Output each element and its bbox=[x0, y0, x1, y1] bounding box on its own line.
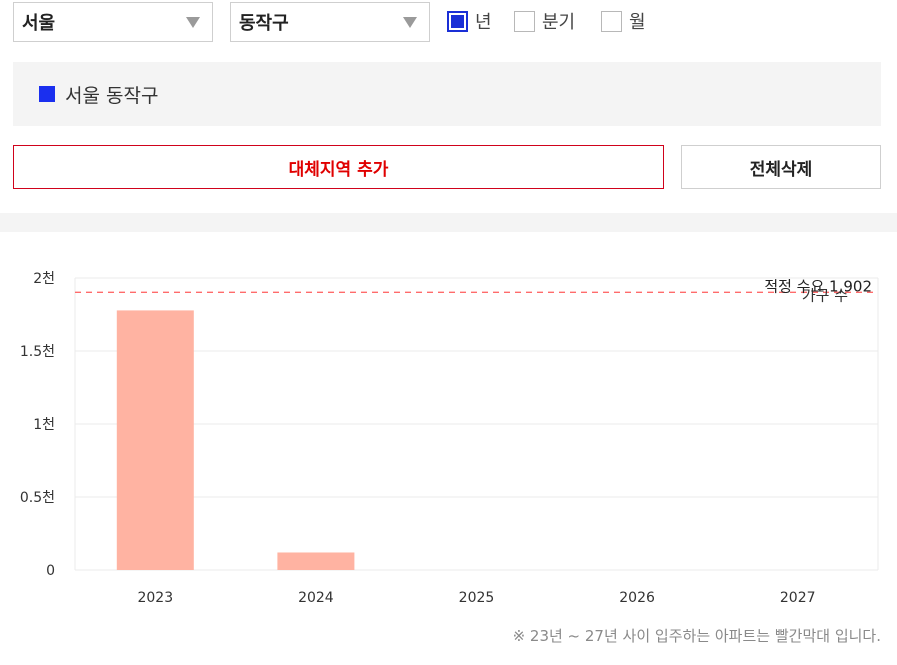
x-tick-label: 2026 bbox=[619, 590, 655, 606]
y-tick-label: 1.5천 bbox=[20, 344, 55, 360]
add-alternative-region-button[interactable]: 대체지역 추가 bbox=[13, 145, 664, 189]
supply-bar-chart: 00.5천1천1.5천2천2023 2024 2025 2026 2027적정 수요 1… bbox=[20, 271, 879, 606]
city-select[interactable]: 서울 bbox=[13, 2, 213, 42]
city-select-value: 서울 bbox=[22, 13, 56, 34]
x-tick-label: 2027 bbox=[780, 590, 816, 606]
year-label: 년 bbox=[475, 12, 492, 33]
x-tick-label: 2023 bbox=[137, 590, 173, 606]
period-quarter-option[interactable]: 분기 bbox=[514, 8, 575, 34]
y-tick-label: 0.5천 bbox=[20, 490, 55, 506]
x-tick-label: 2024 bbox=[298, 590, 334, 606]
quarter-checkbox[interactable] bbox=[514, 10, 535, 32]
chevron-down-icon bbox=[186, 17, 200, 28]
period-month-option[interactable]: 월 bbox=[601, 8, 646, 34]
year-checkbox[interactable] bbox=[447, 10, 468, 32]
selected-region-panel: 서울 동작구 bbox=[13, 62, 881, 126]
delete-all-button[interactable]: 전체삭제 bbox=[681, 145, 881, 189]
selected-region-label: 서울 동작구 bbox=[65, 84, 159, 107]
region-color-swatch bbox=[39, 86, 55, 102]
x-tick-label: 2025 bbox=[459, 590, 495, 606]
month-label: 월 bbox=[629, 12, 646, 33]
period-year-option[interactable]: 년 bbox=[447, 8, 492, 34]
month-checkbox[interactable] bbox=[601, 10, 622, 32]
y-tick-label: 0 bbox=[46, 563, 55, 579]
section-divider bbox=[0, 213, 897, 232]
reference-line-sublabel: 가구 수 bbox=[802, 286, 848, 304]
district-select[interactable]: 동작구 bbox=[230, 2, 430, 42]
bar-2023 bbox=[116, 310, 194, 570]
bar-2024 bbox=[277, 552, 355, 570]
quarter-label: 분기 bbox=[542, 12, 576, 33]
y-tick-label: 2천 bbox=[33, 271, 55, 287]
chevron-down-icon bbox=[403, 17, 417, 28]
district-select-value: 동작구 bbox=[239, 13, 289, 34]
y-tick-label: 1천 bbox=[33, 417, 55, 433]
footnote: ※ 23년 ~ 27년 사이 입주하는 아파트는 빨간막대 입니다. bbox=[512, 627, 881, 645]
